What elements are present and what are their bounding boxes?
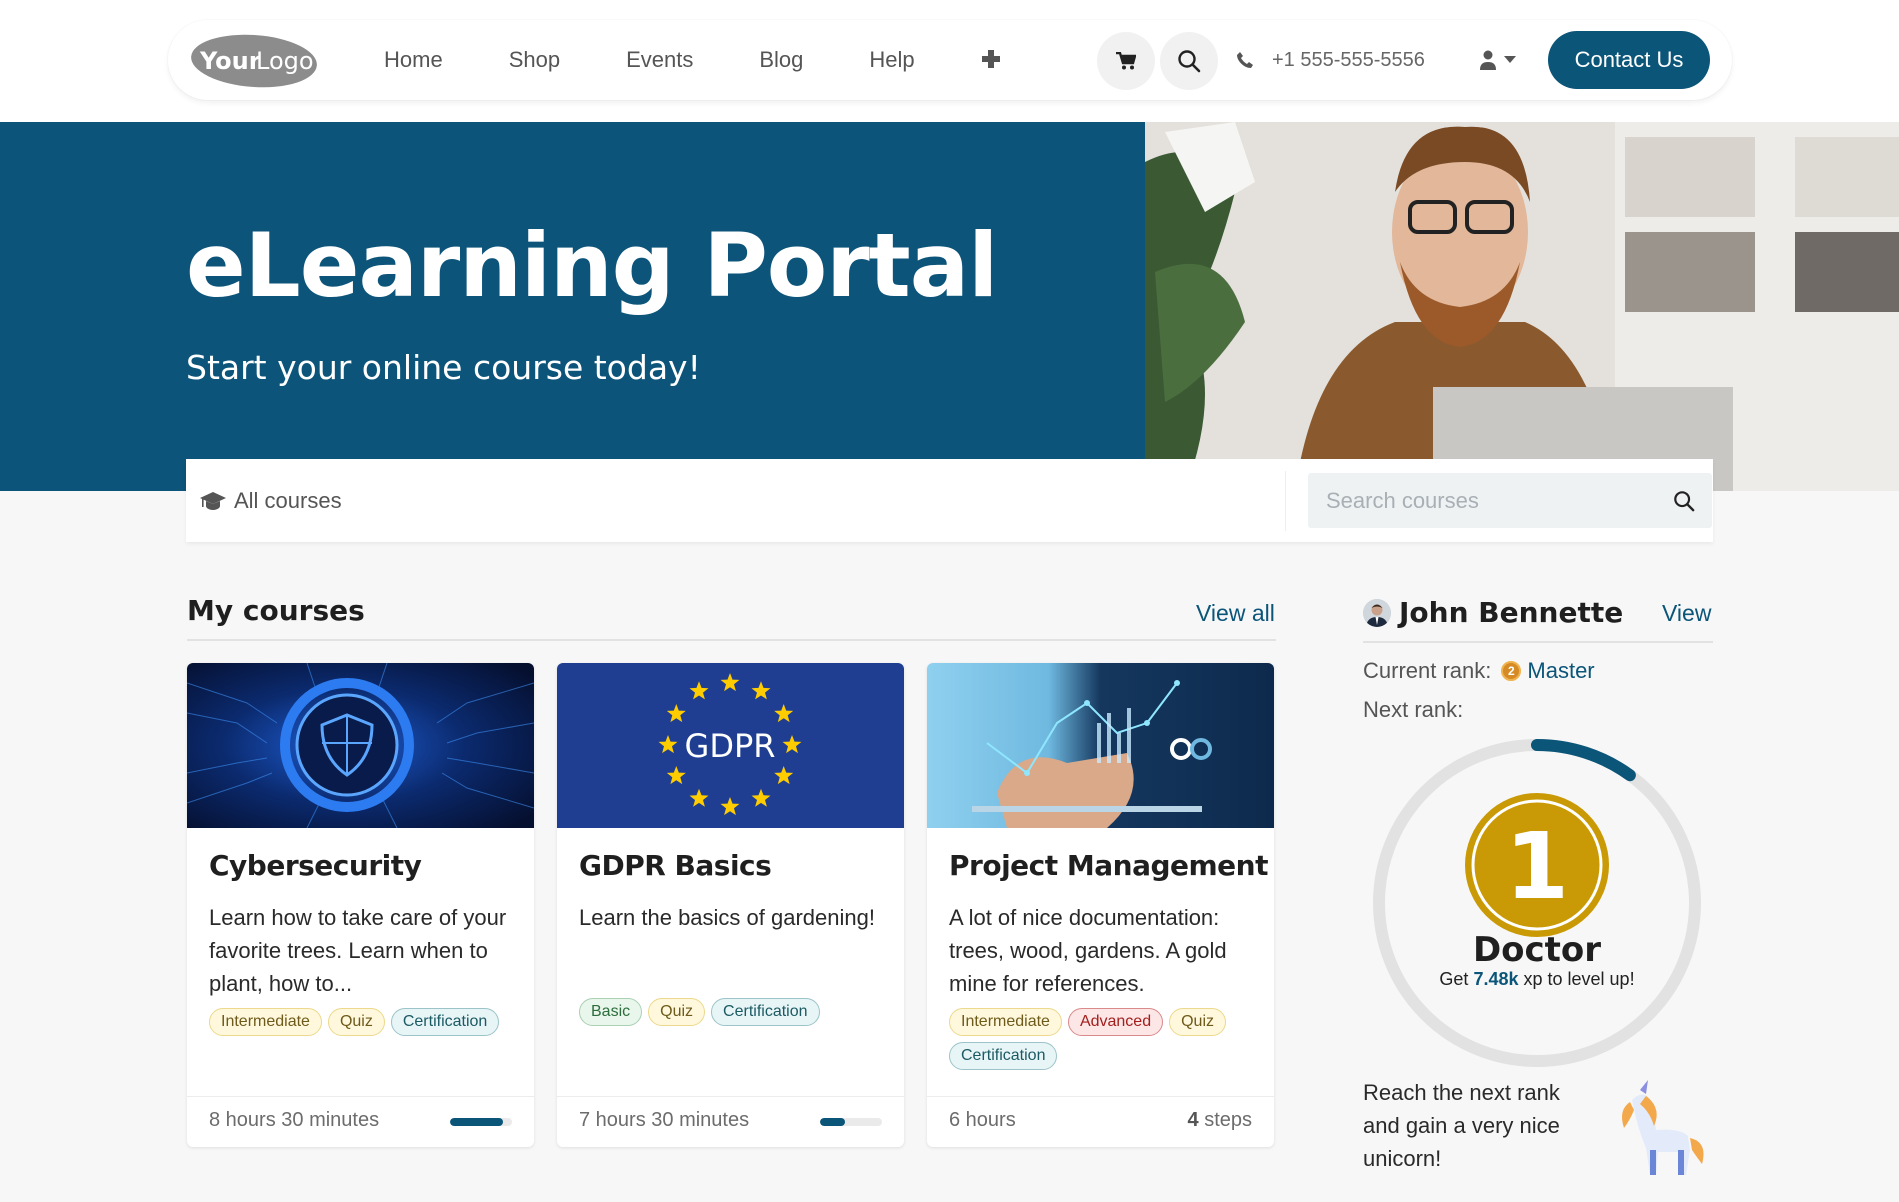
xp-to-level-text: Get 7.48k xp to level up!	[1372, 970, 1702, 989]
course-footer: 6 hours 4 steps	[927, 1096, 1274, 1147]
plus-icon[interactable]	[981, 45, 1001, 76]
tag-quiz: Quiz	[327, 1008, 385, 1036]
nav-home[interactable]: Home	[384, 47, 443, 73]
course-duration: 7 hours 30 minutes	[579, 1109, 750, 1131]
xp-prefix: Get	[1439, 969, 1469, 989]
course-tags: Intermediate Advanced Quiz Certification	[949, 1008, 1259, 1070]
tag-certification: Certification	[711, 998, 820, 1026]
course-duration: 8 hours 30 minutes	[209, 1109, 380, 1131]
course-footer: 7 hours 30 minutes	[557, 1096, 904, 1147]
phone-number: +1 555-555-5556	[1272, 48, 1425, 71]
course-image-project-management	[927, 663, 1274, 828]
tag-basic: Basic	[579, 998, 643, 1026]
course-description: Learn how to take care of your favorite …	[209, 905, 507, 996]
course-image-gdpr: GDPR	[557, 663, 904, 828]
unicorn-icon	[1622, 1080, 1704, 1175]
tag-quiz: Quiz	[1169, 1008, 1227, 1036]
steps-label: steps	[1204, 1109, 1252, 1131]
nav-shop[interactable]: Shop	[509, 47, 560, 73]
course-card-project-management[interactable]: Project Management A lot of nice documen…	[927, 663, 1274, 1147]
course-tags: Basic Quiz Certification	[579, 998, 889, 1026]
logo-text-logo: Logo	[256, 47, 314, 75]
course-search-bar: All courses	[186, 459, 1713, 542]
search-icon	[1178, 50, 1201, 73]
contact-us-button[interactable]: Contact Us	[1548, 31, 1710, 89]
logo-text-your: Your	[199, 47, 261, 75]
course-title[interactable]: Cybersecurity	[209, 849, 422, 882]
tag-certification: Certification	[390, 1008, 500, 1036]
nav-events[interactable]: Events	[626, 47, 693, 73]
tag-intermediate: Intermediate	[209, 1008, 322, 1036]
course-title[interactable]: Project Management	[949, 849, 1269, 882]
nav-links: Home Shop Events Blog Help	[384, 20, 1001, 100]
nav-help[interactable]: Help	[869, 47, 914, 73]
phone-link[interactable]: +1 555-555-5556	[1236, 20, 1425, 100]
all-courses-dropdown[interactable]: All courses	[200, 459, 342, 542]
profile-view-link[interactable]: View	[1662, 600, 1711, 627]
user-menu[interactable]	[1480, 20, 1516, 100]
cart-icon	[1116, 52, 1136, 70]
profile-divider	[1363, 641, 1713, 643]
caret-down-icon	[1504, 56, 1516, 63]
course-footer: 8 hours 30 minutes	[187, 1096, 534, 1147]
user-icon	[1480, 50, 1496, 70]
rank-medal-icon: 2	[1501, 661, 1522, 681]
course-description: Learn the basics of gardening!	[579, 905, 875, 930]
next-rank-number: 1	[1505, 813, 1569, 920]
tag-advanced: Advanced	[1067, 1008, 1164, 1036]
logo[interactable]: Your Logo	[188, 33, 318, 89]
avatar[interactable]	[1363, 598, 1391, 627]
course-image-cybersecurity	[187, 663, 534, 828]
view-all-link[interactable]: View all	[1196, 600, 1275, 627]
hero-photo	[1145, 122, 1899, 491]
course-title[interactable]: GDPR Basics	[579, 849, 772, 882]
hero-title: eLearning Portal	[186, 214, 998, 317]
nav-blog[interactable]: Blog	[759, 47, 803, 73]
steps-count: 4	[1187, 1109, 1199, 1131]
phone-icon	[1237, 52, 1253, 68]
tag-quiz: Quiz	[648, 998, 706, 1026]
current-rank-link[interactable]: Master	[1527, 658, 1594, 684]
profile-name: John Bennette	[1399, 596, 1624, 629]
course-card-cybersecurity[interactable]: Cybersecurity Learn how to take care of …	[187, 663, 534, 1147]
search-button[interactable]	[1160, 32, 1218, 90]
profile-header: John Bennette	[1363, 596, 1623, 629]
course-progress-bar	[450, 1118, 512, 1126]
course-progress-bar	[820, 1118, 882, 1126]
gdpr-image-text: GDPR	[685, 727, 776, 765]
course-tags: Intermediate Quiz Certification	[209, 1008, 519, 1036]
search-input[interactable]	[1308, 473, 1648, 528]
search-submit-button[interactable]	[1668, 485, 1700, 517]
graduation-cap-icon	[200, 491, 226, 510]
course-steps: 4 steps	[1188, 1109, 1253, 1132]
tag-certification: Certification	[949, 1042, 1058, 1070]
search-field	[1308, 473, 1712, 528]
top-bar: Your Logo Home Shop Events Blog Help +1 …	[0, 0, 1899, 122]
course-progress-fill	[450, 1118, 504, 1126]
navbar: Your Logo Home Shop Events Blog Help +1 …	[168, 20, 1732, 100]
xp-value: 7.48k	[1473, 969, 1519, 989]
search-icon	[1674, 491, 1695, 512]
xp-suffix: xp to level up!	[1523, 969, 1635, 989]
cart-button[interactable]	[1097, 32, 1155, 90]
next-rank-row: Next rank:	[1363, 697, 1463, 723]
all-courses-label: All courses	[234, 487, 342, 513]
course-description: A lot of nice documentation: trees, wood…	[949, 905, 1227, 996]
current-rank-label: Current rank:	[1363, 658, 1492, 683]
course-card-gdpr[interactable]: GDPR GDPR Basics Learn the basics of gar…	[557, 663, 904, 1147]
tag-intermediate: Intermediate	[949, 1008, 1062, 1036]
next-rank-label: Next rank:	[1363, 697, 1464, 722]
current-rank-row: Current rank: 2 Master	[1363, 658, 1595, 684]
hero-banner: eLearning Portal Start your online cours…	[0, 122, 1899, 491]
course-duration: 6 hours	[949, 1109, 1016, 1131]
hero-subtitle: Start your online course today!	[186, 348, 701, 387]
section-divider	[187, 639, 1276, 641]
next-rank-name: Doctor	[1472, 930, 1602, 970]
search-divider	[1285, 471, 1286, 531]
reward-text: Reach the next rank and gain a very nice…	[1363, 1080, 1560, 1171]
rank-progress-gauge: 1	[1373, 739, 1701, 1067]
my-courses-title: My courses	[187, 594, 365, 627]
course-progress-fill	[820, 1118, 845, 1126]
